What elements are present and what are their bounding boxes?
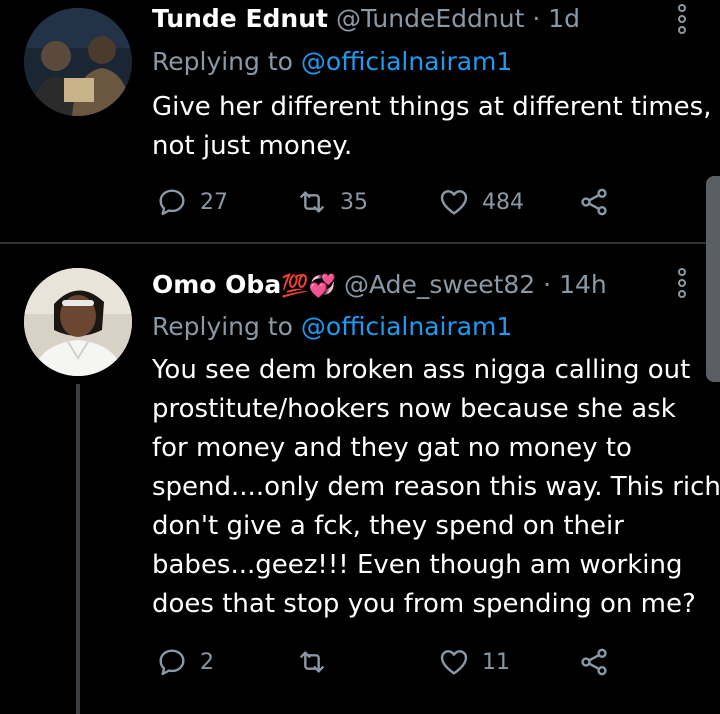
text-line: babes...geez!!! Even though am working [152,550,683,580]
share-button[interactable] [578,646,610,678]
separator-dot: · [543,270,552,299]
mention-link[interactable]: @officialnairam1 [301,312,512,341]
reply-button[interactable]: 2 [156,646,214,678]
text-line: does that stop you from spending on me? [152,589,696,619]
timestamp[interactable]: 14h [559,270,607,299]
retweet-button[interactable] [296,646,340,678]
user-handle[interactable]: @Ade_sweet82 [344,270,535,299]
like-count: 11 [482,649,510,675]
tweet[interactable]: Omo Oba💯💞 @Ade_sweet82 · 14h Replying to… [0,0,720,714]
text-line: don't give a fck, they spend on their [152,511,624,541]
action-bar: 2 11 [156,646,626,682]
avatar[interactable] [24,268,132,376]
display-name[interactable]: Omo Oba [152,270,281,299]
text-line: for money and they gat no money to [152,433,632,463]
like-button[interactable]: 11 [438,646,510,678]
tweet-text: You see dem broken ass nigga calling out… [152,351,720,624]
scrollbar[interactable] [706,176,720,382]
replying-label: Replying to [152,312,293,341]
reply-icon [159,649,185,676]
more-icon[interactable] [674,268,690,298]
share-icon [581,648,607,676]
retweet-icon [300,651,324,673]
text-line: prostitute/hookers now because she ask [152,394,676,424]
replying-to: Replying to @officialnairam1 [152,312,512,341]
like-icon [440,650,468,675]
tweet-header: Omo Oba💯💞 @Ade_sweet82 · 14h [152,270,607,299]
text-line: spend....only dem reason this way. This … [152,472,720,502]
text-line: You see dem broken ass nigga calling out [152,355,691,385]
name-emoji: 💯💞 [281,274,336,299]
reply-count: 2 [200,649,214,675]
thread-line [76,384,80,714]
